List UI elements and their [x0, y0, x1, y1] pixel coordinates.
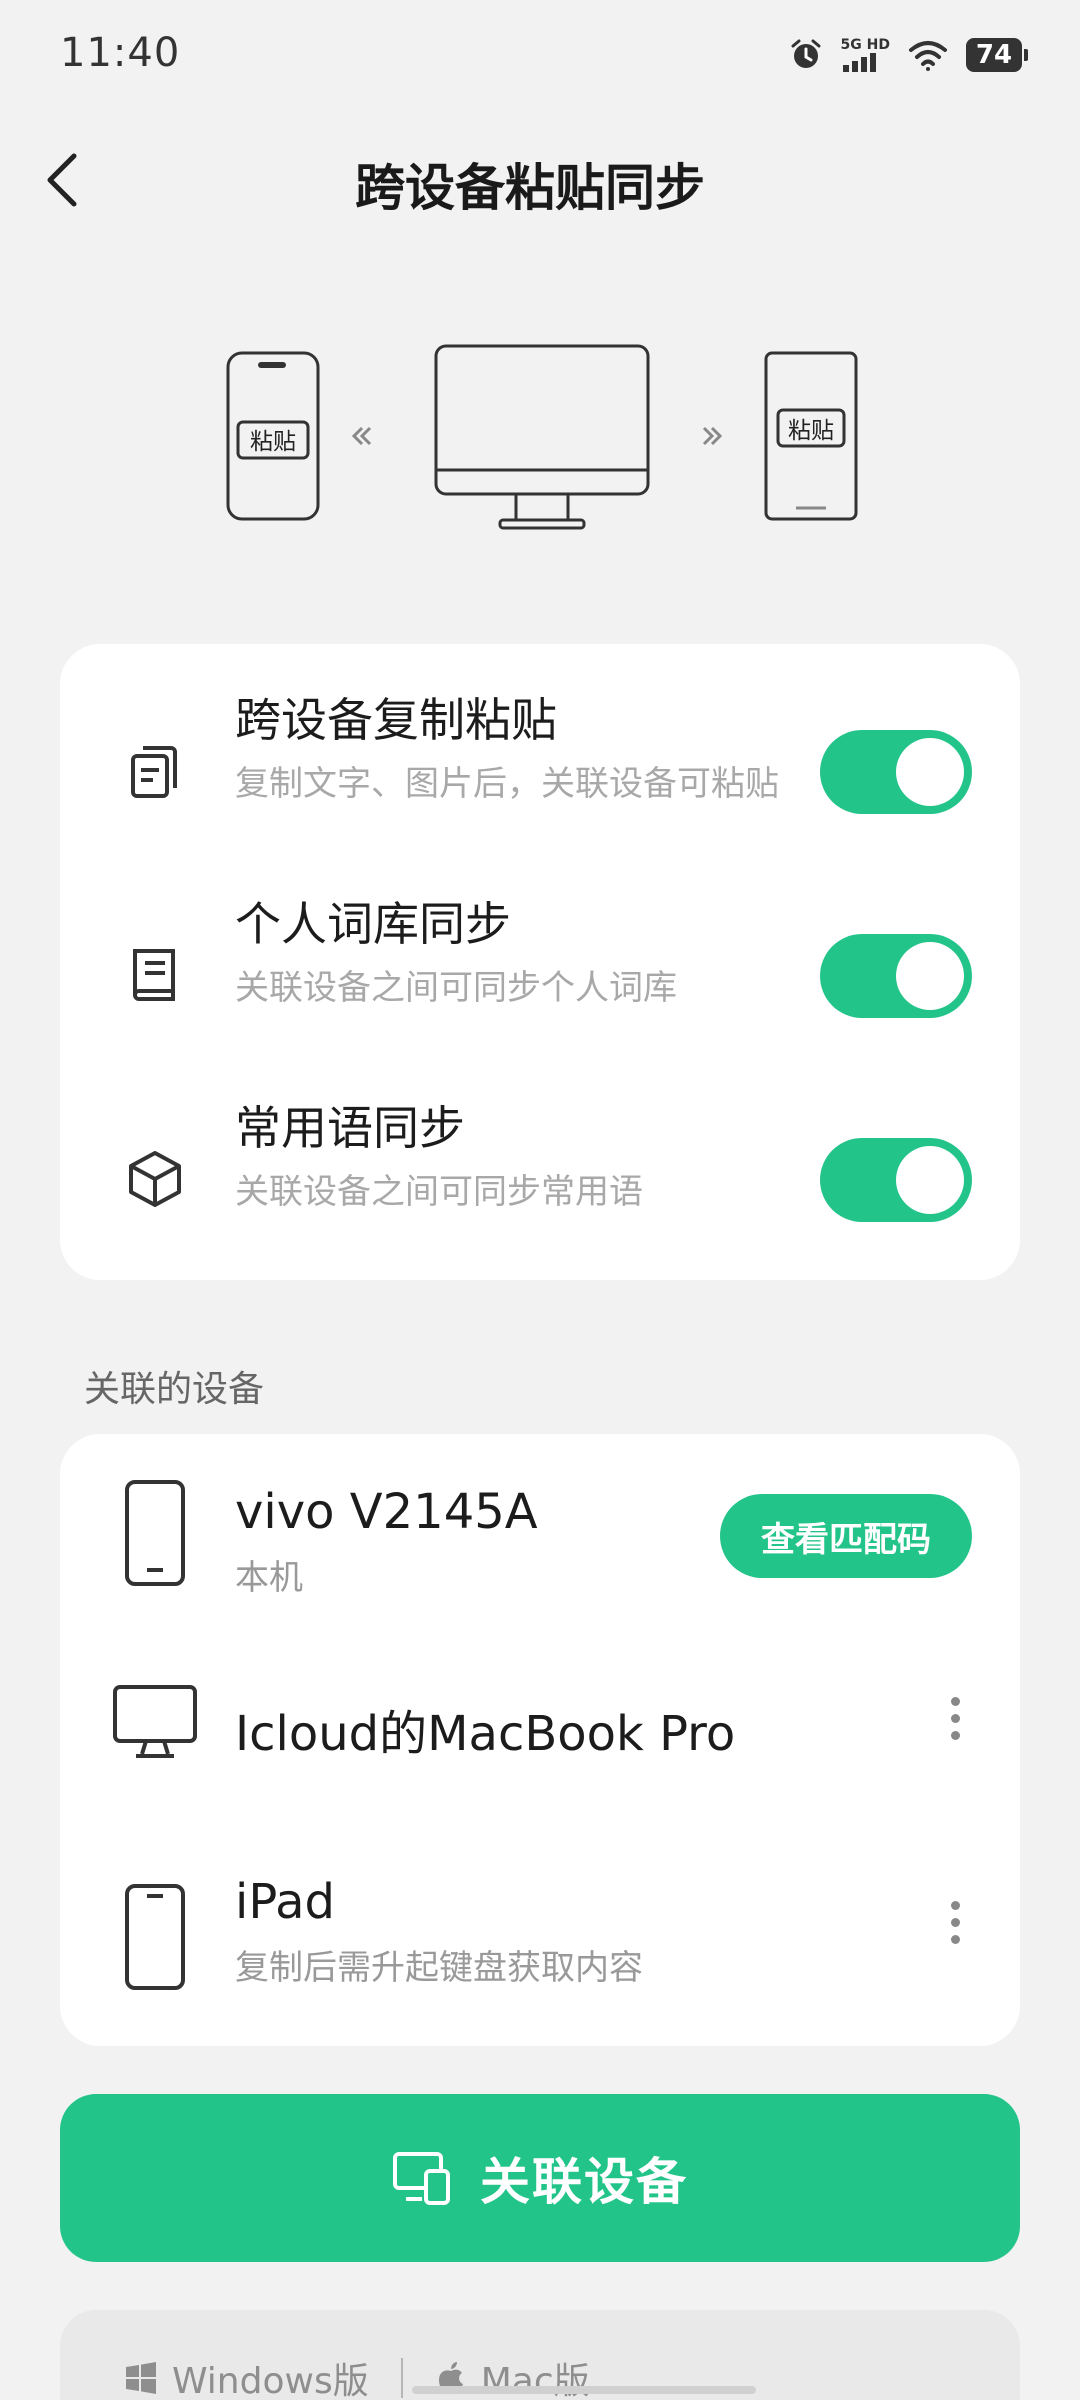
network-label: 5G HD	[840, 37, 890, 53]
battery-indicator: 74	[966, 38, 1028, 72]
link-device-label: 关联设备	[480, 2153, 688, 2211]
right-phone-label: 粘贴	[788, 418, 834, 444]
alarm-icon	[791, 39, 821, 68]
device-name: iPad	[235, 1874, 336, 1930]
windows-download-link[interactable]: Windows版	[172, 2352, 369, 2400]
monitor-icon	[112, 1682, 198, 1762]
tablet-icon	[120, 1882, 190, 1992]
cross-device-copy-toggle[interactable]	[820, 730, 972, 814]
device-name: Icloud的MacBook Pro	[235, 1706, 736, 1762]
common-phrases-toggle[interactable]	[820, 1138, 972, 1222]
book-icon	[120, 940, 190, 1010]
toggle-knob	[896, 1146, 964, 1214]
more-options-button[interactable]	[940, 1688, 970, 1748]
feature-row-cross-device-copy: 跨设备复制粘贴 复制文字、图片后，关联设备可粘贴	[60, 684, 1020, 864]
cube-icon	[120, 1144, 190, 1214]
toggle-knob	[896, 738, 964, 806]
view-match-code-button[interactable]: 查看匹配码	[720, 1494, 972, 1578]
sync-illustration: 粘贴 粘贴	[200, 330, 880, 540]
feature-subtitle: 关联设备之间可同步个人词库	[235, 968, 677, 1008]
signal-icon	[842, 53, 876, 72]
link-device-button[interactable]: 关联设备	[60, 2094, 1020, 2262]
wifi-icon	[909, 41, 947, 71]
feature-title: 常用语同步	[235, 1101, 465, 1155]
device-subtitle: 复制后需升起键盘获取内容	[235, 1948, 643, 1988]
feature-subtitle: 复制文字、图片后，关联设备可粘贴	[235, 764, 779, 804]
device-name: vivo V2145A	[235, 1484, 538, 1540]
copy-icon	[120, 736, 190, 806]
device-subtitle: 本机	[235, 1558, 303, 1598]
home-indicator	[412, 2386, 756, 2394]
left-phone-label: 粘贴	[250, 429, 296, 455]
more-options-button[interactable]	[940, 1892, 970, 1952]
feature-subtitle: 关联设备之间可同步常用语	[235, 1172, 643, 1212]
device-row-local: vivo V2145A 本机 查看匹配码	[60, 1434, 1020, 1638]
device-row-macbook[interactable]: Icloud的MacBook Pro	[60, 1638, 1020, 1836]
divider	[400, 2358, 403, 2398]
feature-title: 个人词库同步	[235, 897, 511, 951]
linked-devices-label: 关联的设备	[84, 1369, 265, 1410]
personal-dictionary-toggle[interactable]	[820, 934, 972, 1018]
linked-devices-card: vivo V2145A 本机 查看匹配码 Icloud的MacBook Pro …	[60, 1434, 1020, 2046]
feature-row-personal-dictionary: 个人词库同步 关联设备之间可同步个人词库	[60, 888, 1020, 1068]
phone-icon	[120, 1478, 190, 1588]
status-icons: 5G HD 74	[789, 38, 1028, 72]
feature-title: 跨设备复制粘贴	[235, 693, 557, 747]
signal-indicator: 5G HD	[841, 38, 890, 72]
devices-illustration-icon	[226, 344, 858, 530]
feature-toggles-card: 跨设备复制粘贴 复制文字、图片后，关联设备可粘贴 个人词库同步 关联设备之间可同…	[60, 644, 1020, 1280]
page-title: 跨设备粘贴同步	[355, 159, 705, 217]
feature-row-common-phrases: 常用语同步 关联设备之间可同步常用语	[60, 1092, 1020, 1272]
toggle-knob	[896, 942, 964, 1010]
status-time: 11:40	[60, 30, 181, 76]
link-devices-icon	[393, 2152, 450, 2205]
windows-icon	[126, 2362, 156, 2394]
device-row-ipad[interactable]: iPad 复制后需升起键盘获取内容	[60, 1836, 1020, 2046]
